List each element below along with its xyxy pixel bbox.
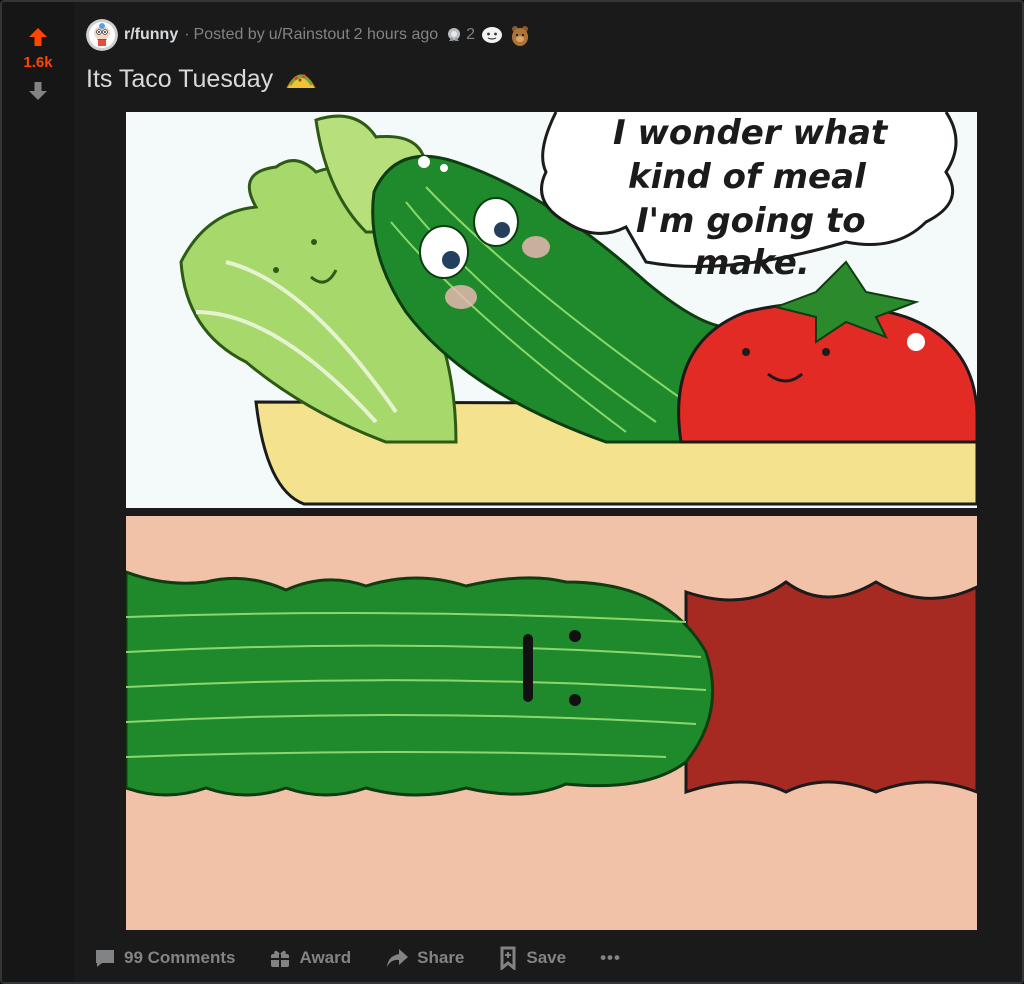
post-actions: 99 Comments Award Share Save ••• — [94, 942, 621, 974]
share-arrow-icon — [387, 949, 409, 967]
meta-separator: · — [184, 26, 190, 43]
post-title[interactable]: Its Taco Tuesday — [86, 65, 317, 94]
more-options-button[interactable]: ••• — [600, 948, 621, 968]
subreddit-avatar[interactable] — [86, 19, 118, 51]
cucumber-closeup — [126, 570, 715, 797]
bear-award-icon — [512, 26, 529, 46]
face-award-icon — [482, 27, 503, 43]
gift-icon — [271, 950, 290, 967]
comic-image: I wonder what kind of meal I'm going to … — [126, 112, 977, 930]
post-card: 1.6k r/funny · Posted by u/Rainstout 2 h… — [0, 0, 1024, 984]
downvote-button[interactable] — [23, 76, 53, 106]
vote-score: 1.6k — [23, 54, 53, 71]
author-link[interactable]: u/Rainstout — [269, 26, 350, 44]
award-label: Award — [299, 948, 352, 967]
post-time: 2 hours ago — [353, 26, 439, 43]
award-face[interactable] — [481, 25, 503, 45]
award-bear[interactable] — [509, 23, 531, 47]
share-label: Share — [417, 948, 465, 967]
award-button[interactable]: Award — [269, 947, 351, 969]
taco-icon — [285, 68, 317, 92]
award-silver[interactable]: 2 — [444, 25, 475, 45]
post-content: r/funny · Posted by u/Rainstout 2 hours … — [74, 2, 1022, 982]
vote-column: 1.6k — [2, 2, 74, 982]
subreddit-link[interactable]: r/funny — [124, 26, 178, 44]
upvote-button[interactable] — [23, 22, 53, 52]
share-button[interactable]: Share — [385, 947, 464, 969]
save-label: Save — [526, 948, 567, 967]
post-meta: r/funny · Posted by u/Rainstout 2 hours … — [86, 18, 531, 52]
silver-award-icon — [448, 28, 461, 42]
speech-line-2: kind of meal — [628, 157, 867, 197]
save-button[interactable]: Save — [498, 946, 566, 970]
speech-line-3: I'm going to — [636, 201, 866, 241]
comments-button[interactable]: 99 Comments — [94, 947, 235, 969]
speech-line-1: I wonder what — [613, 113, 889, 153]
comments-label: 99 Comments — [124, 948, 236, 967]
bookmark-icon — [500, 946, 516, 970]
speech-line-4: make. — [694, 243, 810, 283]
award-count: 2 — [466, 26, 476, 43]
post-image[interactable]: I wonder what kind of meal I'm going to … — [126, 112, 977, 930]
arrow-up-icon — [29, 28, 47, 46]
speech-bubble-icon — [96, 950, 114, 967]
arrow-down-icon — [29, 82, 47, 100]
post-title-text: Its Taco Tuesday — [86, 65, 274, 93]
posted-by-label: Posted by — [193, 26, 265, 43]
